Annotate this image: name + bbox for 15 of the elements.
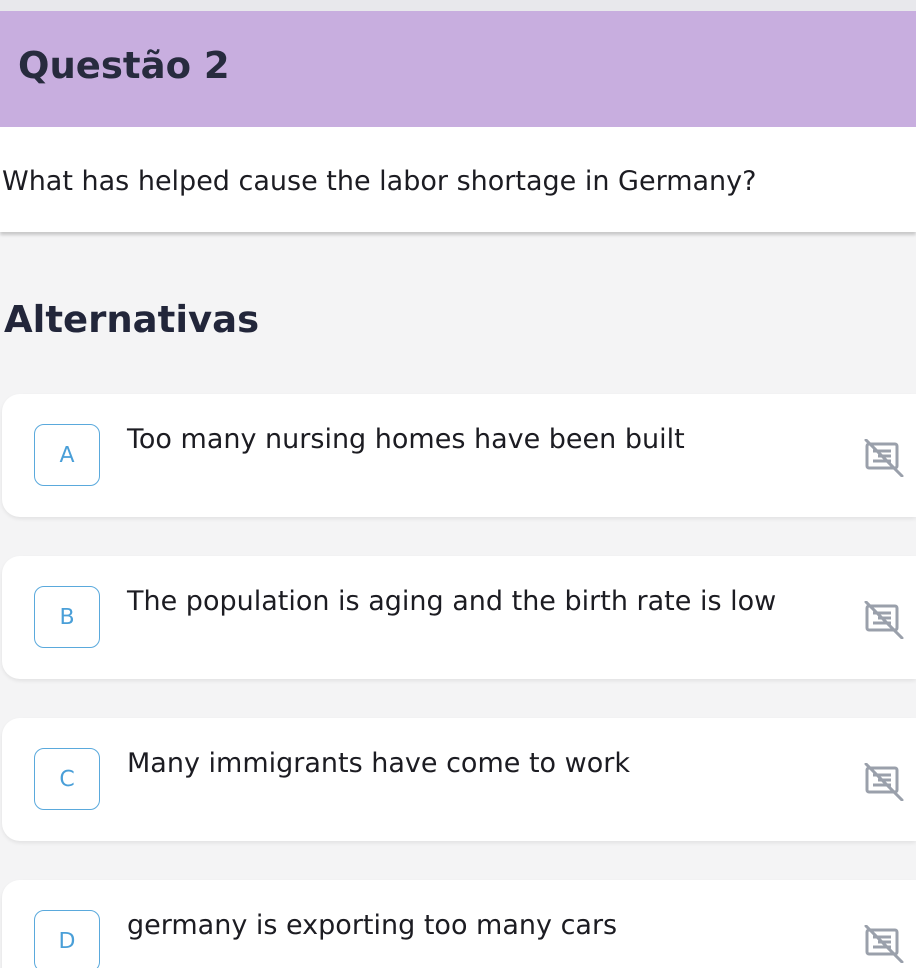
answer-option-card[interactable]: B The population is aging and the birth rate is low [2,556,916,679]
question-text: What has helped cause the labor shortage in Germany? [2,166,756,198]
option-text: Too many nursing homes have been built [127,424,686,456]
crossed-out-note-icon[interactable] [864,763,904,801]
crossed-out-note-icon[interactable] [864,439,904,477]
crossed-out-note-icon[interactable] [864,601,904,639]
option-text: The population is aging and the birth rate is low [127,586,778,618]
answer-option-card[interactable]: C Many immigrants have come to work [2,718,916,841]
question-title: Questão 2 [18,44,230,88]
option-text: Many immigrants have come to work [127,748,631,780]
answer-option-card[interactable]: D germany is exporting too many cars [2,880,916,968]
section-title: Alternativas [4,298,260,342]
option-text: germany is exporting too many cars [127,910,618,942]
answer-option-card[interactable]: A Too many nursing homes have been built [2,394,916,517]
crossed-out-note-icon[interactable] [864,925,904,963]
